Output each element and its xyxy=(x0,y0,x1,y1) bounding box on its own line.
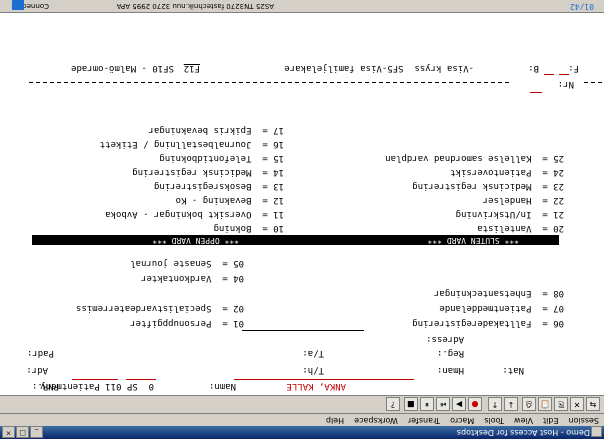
dash-separator-end xyxy=(582,82,602,83)
menu-session[interactable]: Session xyxy=(563,414,604,426)
menu-bar: Session Edit View Tools Macro Transfer W… xyxy=(0,413,604,426)
lower-item-06[interactable]: 06 = Falltakaderegistrering xyxy=(412,317,564,328)
window-controls: _ □ × xyxy=(2,426,43,438)
copy-icon[interactable]: ⎘ xyxy=(554,397,568,411)
pnr-underline-2 xyxy=(72,379,118,380)
f-underline xyxy=(559,74,569,75)
menu-item-17[interactable]: 17 = Epikris bevakningar xyxy=(149,124,284,135)
adr-label: Adr: xyxy=(26,365,48,375)
dashes-right xyxy=(508,78,584,89)
patient-name: ANKA, KALLE xyxy=(286,381,346,391)
header-title: SF10 - Malmö-omrade xyxy=(71,63,174,73)
header-subtitle: -Visa kryss SF5-Visa familjelakare xyxy=(284,63,474,73)
menu-item-21[interactable]: 21 = In/Utskrivning xyxy=(456,208,564,219)
pause-icon[interactable]: ⏸ xyxy=(420,397,434,411)
print-icon[interactable]: ⎙ xyxy=(522,397,536,411)
name-underline xyxy=(234,379,414,380)
menu-item-24[interactable]: 24 = Patientoversikt xyxy=(450,166,564,177)
toolbar: ⇆ ✕ ⎘ 📋 ⎙ ↓ ↑ ● ▶ ⏯ ⏸ ■ ? xyxy=(0,395,604,413)
close-icon[interactable]: × xyxy=(2,426,15,438)
record-icon[interactable]: ● xyxy=(468,397,482,411)
menu-item-13[interactable]: 13 = Besoksregistrering xyxy=(154,180,284,191)
minimize-icon[interactable]: _ xyxy=(30,426,43,438)
menu-item-15[interactable]: 15 = Telefontidbokning xyxy=(159,152,284,163)
padr-label: Padr: xyxy=(26,348,54,358)
reg-label: Reg.: xyxy=(436,348,464,358)
window-title: Demo - Host Access for Desktops xyxy=(456,428,590,437)
window-titlebar: Demo - Host Access for Desktops _ □ × xyxy=(0,426,604,439)
pnr-underline-1 xyxy=(126,379,156,380)
lower-item-04[interactable]: 04 = Vardkontakter xyxy=(141,272,244,283)
f-label: F: xyxy=(568,63,579,73)
menu-item-20[interactable]: 20 = Vantelista xyxy=(477,222,564,233)
menu-help[interactable]: Help xyxy=(321,414,349,426)
connect-icon[interactable]: ⇆ xyxy=(586,397,600,411)
cursor-indicator xyxy=(12,0,24,10)
adress-label: Adress: xyxy=(426,334,464,344)
sluten-vard-label: *** SLUTEN VARD *** xyxy=(427,236,519,245)
b-underline xyxy=(544,74,554,75)
menu-item-10[interactable]: 10 = Bokning xyxy=(214,222,284,233)
menu-macro[interactable]: Macro xyxy=(445,414,479,426)
menu-item-25[interactable]: 25 = Kallelse samordnad vardplan xyxy=(385,152,564,163)
menu-item-23[interactable]: 23 = Medicinsk registrering xyxy=(412,180,564,191)
lower-item-07[interactable]: 07 = Patientmeddelande xyxy=(439,302,564,313)
nr-underline xyxy=(530,92,542,93)
menu-item-22[interactable]: 22 = Handelser xyxy=(483,194,564,205)
namn-label: Namn: xyxy=(208,381,236,391)
paste-icon[interactable]: 📋 xyxy=(538,397,552,411)
oppen-vard-label: *** OPPEN VARD *** xyxy=(152,236,239,245)
separator-line xyxy=(242,330,364,331)
stop-icon[interactable]: ■ xyxy=(404,397,418,411)
page-counter: 01/42 xyxy=(569,2,594,11)
lower-item-08[interactable]: 08 = Enhetsanteckningar xyxy=(434,287,564,298)
disconnect-icon[interactable]: ✕ xyxy=(570,397,584,411)
hman-label: Hman: xyxy=(436,365,464,375)
receive-icon[interactable]: ↑ xyxy=(488,397,502,411)
status-bar: 01/42 AS25 TN3270 fastechnik.nuu 3270 29… xyxy=(0,0,604,13)
f12-key[interactable]: F12 xyxy=(184,62,200,73)
b-label: B: xyxy=(528,63,539,73)
nat-label: Nat: xyxy=(502,365,524,375)
app-icon xyxy=(591,426,602,437)
rotated-screenshot: Demo - Host Access for Desktops _ □ × Se… xyxy=(0,0,604,439)
terminal-screen[interactable]: 0 SP 011 Patientmeny ANKA, KALLE Namn: P… xyxy=(0,13,604,395)
send-icon[interactable]: ↓ xyxy=(504,397,518,411)
menu-transfer[interactable]: Transfer xyxy=(403,414,445,426)
menu-item-12[interactable]: 12 = Bevakning - Ko xyxy=(176,194,284,205)
menu-workspace[interactable]: Workspace xyxy=(349,414,403,426)
menu-item-11[interactable]: 11 = Oversikt bokningar - Avboka xyxy=(105,208,284,219)
pnr-label: PNR.: xyxy=(31,381,59,391)
maximize-icon[interactable]: □ xyxy=(16,426,29,438)
step-icon[interactable]: ⏯ xyxy=(436,397,450,411)
dash-separator xyxy=(29,82,509,83)
lower-item-01[interactable]: 01 = Personuppgifter xyxy=(130,317,244,328)
menu-item-16[interactable]: 16 = Journalbestallning / Etikett xyxy=(100,138,284,149)
menu-tools[interactable]: Tools xyxy=(479,414,509,426)
host-info: AS25 TN3270 fastechnik.nuu 3270 2995 APA xyxy=(116,2,274,10)
help-icon[interactable]: ? xyxy=(386,397,400,411)
menu-edit[interactable]: Edit xyxy=(538,414,564,426)
menu-view[interactable]: View xyxy=(509,414,538,426)
play-icon[interactable]: ▶ xyxy=(452,397,466,411)
ta-label: T/a: xyxy=(302,348,324,358)
th-label: T/h: xyxy=(302,365,324,375)
lower-item-05[interactable]: 05 = Senaste journal xyxy=(130,257,244,268)
section-bar: *** SLUTEN VARD *** *** OPPEN VARD *** xyxy=(32,235,559,245)
lower-item-02[interactable]: 02 = Specialistvardeaterremiss xyxy=(76,302,244,313)
menu-item-14[interactable]: 14 = Medicinsk registrering xyxy=(132,166,284,177)
